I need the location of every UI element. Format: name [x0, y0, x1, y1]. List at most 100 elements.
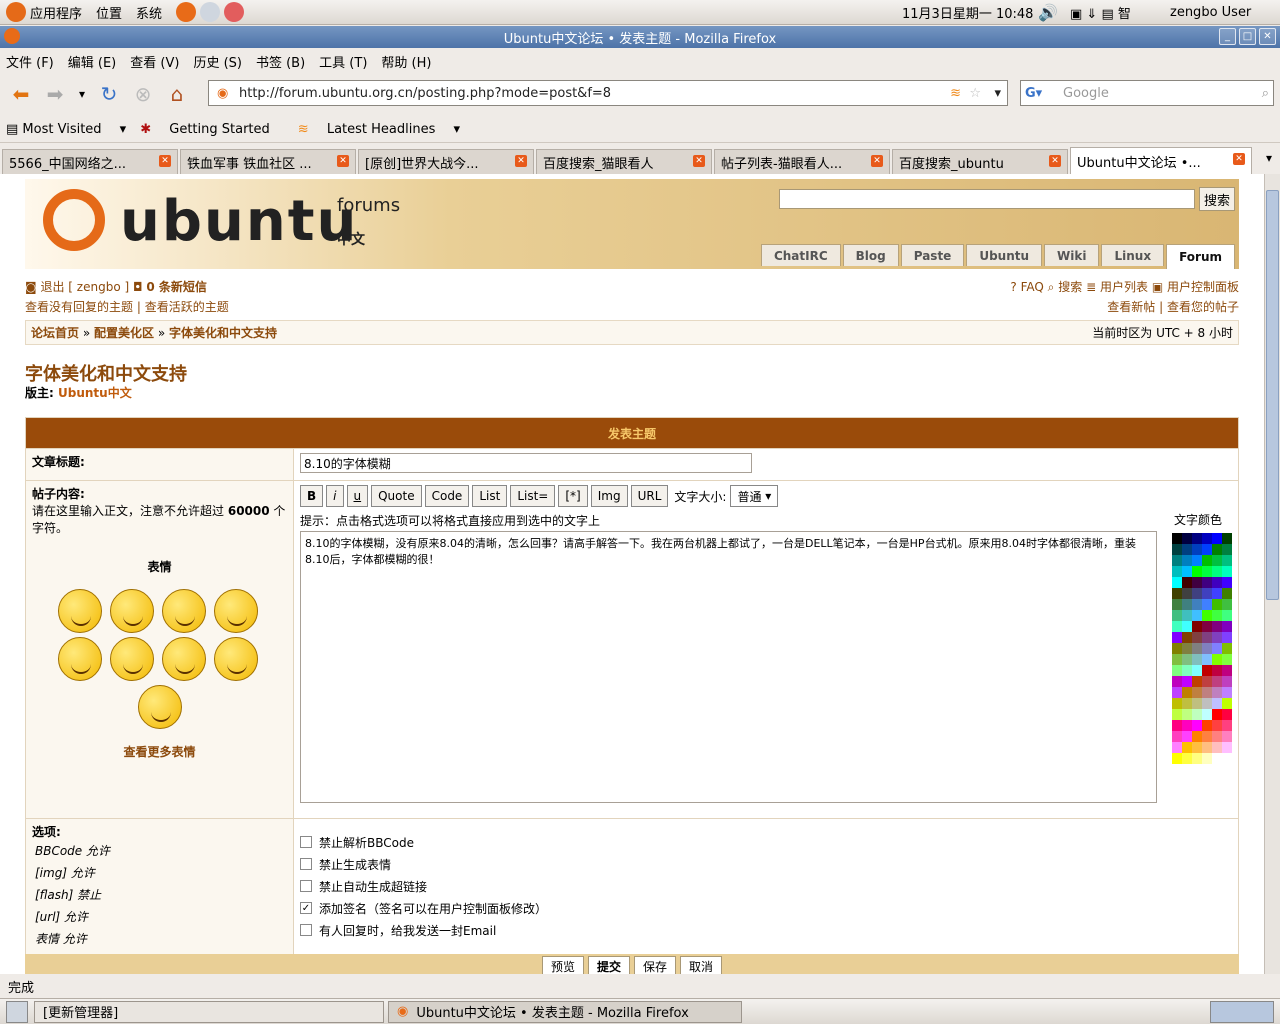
color-swatch[interactable] [1202, 687, 1212, 698]
bookmark-most-visited[interactable]: ▤ Most Visited ▾ [6, 122, 126, 137]
bbcode-url-button[interactable]: URL [630, 485, 669, 507]
color-swatch[interactable] [1182, 577, 1192, 588]
color-swatch[interactable] [1182, 643, 1192, 654]
bbcode-list-ordered-button[interactable]: List= [510, 485, 556, 507]
site-search-button[interactable]: 搜索 [1199, 187, 1235, 211]
color-swatch[interactable] [1192, 566, 1202, 577]
color-swatch[interactable] [1202, 665, 1212, 676]
color-swatch[interactable] [1182, 676, 1192, 687]
color-swatch[interactable] [1192, 731, 1202, 742]
color-swatch[interactable] [1172, 621, 1182, 632]
color-swatch[interactable] [1202, 599, 1212, 610]
color-swatch[interactable] [1182, 599, 1192, 610]
stop-icon[interactable]: ⊗ [128, 79, 158, 109]
site-search-input[interactable] [779, 189, 1195, 209]
navtab-blog[interactable]: Blog [842, 244, 899, 266]
color-swatch[interactable] [1222, 555, 1232, 566]
tab-close-icon[interactable]: ✕ [693, 155, 705, 167]
color-swatch[interactable] [1172, 544, 1182, 555]
color-swatch[interactable] [1222, 632, 1232, 643]
tab-close-icon[interactable]: ✕ [515, 155, 527, 167]
checkbox[interactable] [300, 836, 312, 848]
navtab-chatirc[interactable]: ChatIRC [760, 244, 841, 266]
active-topics-link[interactable]: 查看活跃的主题 [145, 300, 229, 314]
tab-6[interactable]: 百度搜索_ubuntu ✕ [892, 149, 1068, 174]
ubuntu-logo-icon[interactable] [6, 2, 26, 22]
color-swatch[interactable] [1202, 610, 1212, 621]
color-swatch[interactable] [1222, 544, 1232, 555]
color-swatch[interactable] [1212, 599, 1222, 610]
tab-close-icon[interactable]: ✕ [1233, 153, 1245, 165]
color-swatch[interactable] [1172, 599, 1182, 610]
bbcode-bold-button[interactable]: B [300, 485, 324, 507]
maximize-button[interactable]: □ [1239, 28, 1256, 45]
tab-active[interactable]: Ubuntu中文论坛 •... ✕ [1070, 147, 1252, 174]
color-swatch[interactable] [1222, 742, 1232, 753]
moderator-link[interactable]: Ubuntu中文 [58, 386, 132, 400]
color-swatch[interactable] [1222, 654, 1232, 665]
smiley-icon[interactable] [213, 589, 258, 633]
smiley-icon[interactable] [213, 637, 258, 681]
color-swatch[interactable] [1212, 533, 1222, 544]
color-swatch[interactable] [1202, 654, 1212, 665]
user-switcher[interactable]: zengbo User [1170, 5, 1251, 20]
navtab-forum[interactable]: Forum [1166, 244, 1235, 269]
url-bar[interactable]: ◉ http://forum.ubuntu.org.cn/posting.php… [208, 80, 1008, 106]
color-swatch[interactable] [1172, 731, 1182, 742]
menu-history[interactable]: 历史 (S) [193, 52, 242, 71]
color-swatch[interactable] [1192, 654, 1202, 665]
color-swatch[interactable] [1222, 687, 1232, 698]
tab-1[interactable]: 5566_中国网络之... ✕ [2, 149, 178, 174]
color-swatch[interactable] [1212, 610, 1222, 621]
color-swatch[interactable] [1212, 654, 1222, 665]
color-swatch[interactable] [1202, 544, 1212, 555]
color-swatch[interactable] [1202, 753, 1212, 764]
color-swatch[interactable] [1182, 665, 1192, 676]
tab-3[interactable]: [原创]世界大战今... ✕ [358, 149, 534, 174]
color-swatch[interactable] [1222, 599, 1232, 610]
show-desktop-icon[interactable] [6, 1000, 28, 1023]
url-dropdown-icon[interactable]: ▾ [994, 86, 1001, 101]
navtab-linux[interactable]: Linux [1101, 244, 1165, 266]
checkbox[interactable] [300, 858, 312, 870]
color-swatch[interactable] [1212, 621, 1222, 632]
new-posts-link[interactable]: 查看新帖 [1107, 300, 1155, 314]
color-swatch[interactable] [1182, 753, 1192, 764]
more-smilies-link[interactable]: 查看更多表情 [32, 743, 287, 760]
color-swatch[interactable] [1192, 665, 1202, 676]
color-swatch[interactable] [1172, 753, 1182, 764]
color-swatch[interactable] [1182, 555, 1192, 566]
save-button[interactable]: 保存 [634, 956, 677, 974]
color-swatch[interactable] [1182, 621, 1192, 632]
menu-bookmarks[interactable]: 书签 (B) [256, 52, 305, 71]
color-swatch[interactable] [1202, 577, 1212, 588]
cancel-button[interactable]: 取消 [680, 956, 723, 974]
faq-link[interactable]: FAQ [1021, 280, 1044, 294]
color-swatch[interactable] [1172, 632, 1182, 643]
color-swatch[interactable] [1222, 731, 1232, 742]
workspace-switcher[interactable] [1210, 1000, 1274, 1023]
scrollbar-thumb[interactable] [1266, 190, 1279, 600]
color-swatch[interactable] [1192, 676, 1202, 687]
color-swatch[interactable] [1172, 643, 1182, 654]
color-swatch[interactable] [1202, 566, 1212, 577]
color-swatch[interactable] [1172, 665, 1182, 676]
tab-close-icon[interactable]: ✕ [871, 155, 883, 167]
crumb-category[interactable]: 配置美化区 [94, 326, 154, 340]
task-firefox[interactable]: ◉ Ubuntu中文论坛 • 发表主题 - Mozilla Firefox [388, 1000, 742, 1023]
rss-icon[interactable]: ≋ [950, 86, 961, 101]
color-swatch[interactable] [1222, 720, 1232, 731]
color-swatch[interactable] [1182, 533, 1192, 544]
color-swatch[interactable] [1172, 610, 1182, 621]
color-swatch[interactable] [1182, 610, 1192, 621]
color-swatch[interactable] [1192, 555, 1202, 566]
help-launcher-icon[interactable] [224, 2, 245, 22]
color-swatch[interactable] [1212, 588, 1222, 599]
color-palette[interactable] [1172, 533, 1232, 805]
members-link[interactable]: 用户列表 [1100, 280, 1148, 294]
firefox-launcher-icon[interactable] [176, 2, 197, 22]
color-swatch[interactable] [1222, 676, 1232, 687]
submit-button[interactable]: 提交 [587, 956, 630, 974]
tray-icons[interactable]: ▣ ⇓ ▤ 智 [1070, 3, 1131, 22]
search-icon[interactable]: ⌕ [1262, 86, 1269, 101]
